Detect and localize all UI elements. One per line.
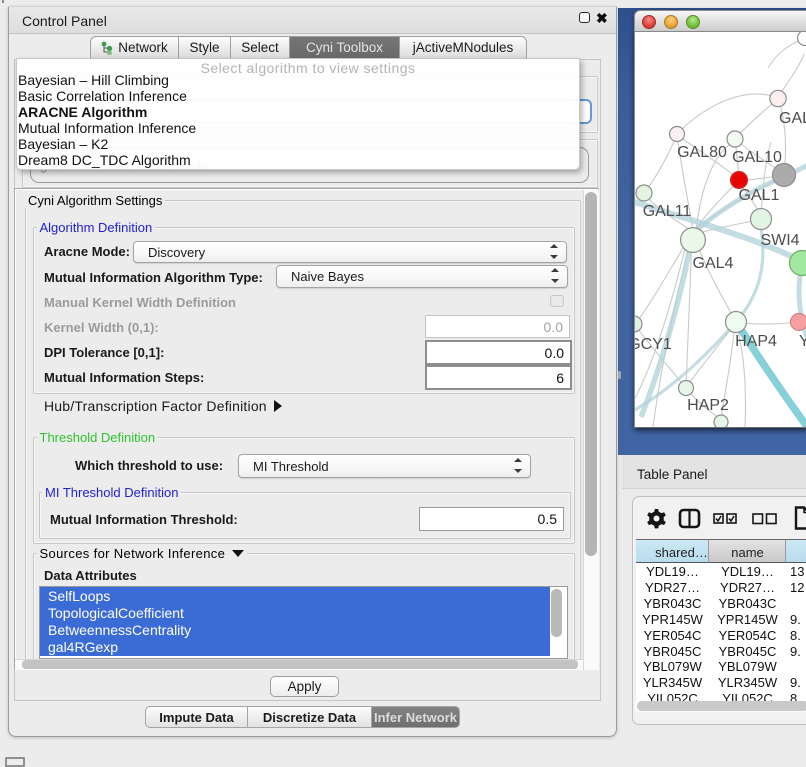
svg-text:HAP4: HAP4 (735, 333, 777, 350)
svg-text:GAL2: GAL2 (779, 110, 806, 127)
svg-text:GAL10: GAL10 (732, 149, 782, 166)
svg-text:GCY1: GCY1 (635, 336, 672, 353)
svg-text:GAL80: GAL80 (677, 144, 727, 161)
svg-text:HAP2: HAP2 (687, 397, 729, 414)
svg-text:GAL4: GAL4 (693, 255, 734, 272)
svg-text:SWI4: SWI4 (760, 232, 799, 249)
svg-text:GAL11: GAL11 (643, 203, 692, 220)
svg-text:Y: Y (799, 333, 806, 350)
svg-text:GAL1: GAL1 (739, 187, 780, 204)
